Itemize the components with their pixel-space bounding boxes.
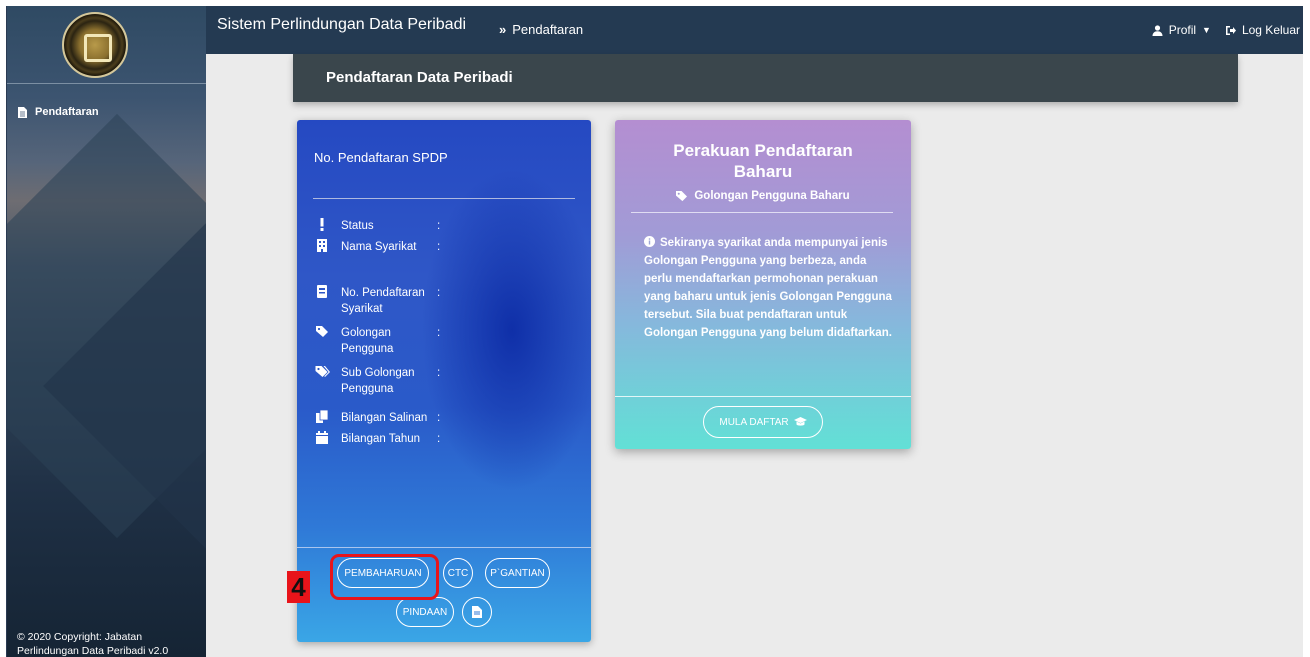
app-title[interactable]: Sistem Perlindungan Data Peribadi: [217, 16, 466, 34]
breadcrumb: » Pendaftaran: [499, 22, 583, 37]
sidebar-item-pendaftaran[interactable]: Pendaftaran: [18, 106, 99, 118]
field-value: :: [437, 287, 441, 299]
new-registration-description: Sekiranya syarikat anda mempunyai jenis …: [644, 234, 894, 342]
profile-menu[interactable]: Profil ▼: [1152, 23, 1211, 37]
sign-out-icon: [1225, 25, 1236, 35]
subtitle-text: Golongan Pengguna Baharu: [694, 190, 850, 202]
new-registration-subtitle: Golongan Pengguna Baharu: [615, 190, 911, 202]
field-company-registration-no: No. Pendaftaran Syarikat :: [314, 285, 440, 317]
user-icon: [1152, 24, 1163, 36]
sidebar: Pendaftaran © 2020 Copyright: Jabatan Pe…: [7, 6, 206, 657]
tags-icon: [314, 365, 330, 397]
calendar-icon: [314, 431, 330, 447]
double-chevron-right-icon: »: [499, 22, 507, 37]
field-label: Nama Syarikat: [341, 241, 417, 253]
field-label: Bilangan Salinan: [341, 412, 428, 424]
amendment-button[interactable]: PINDAAN: [396, 597, 454, 627]
title-line: Baharu: [733, 162, 793, 181]
page-header: Pendaftaran Data Peribadi: [293, 54, 1238, 102]
id-card-icon: [314, 285, 330, 317]
divider: [631, 212, 893, 213]
field-year-count: Bilangan Tahun :: [314, 431, 440, 447]
field-copy-count: Bilangan Salinan :: [314, 410, 440, 426]
page-title: Pendaftaran Data Peribadi: [326, 69, 513, 86]
logout-link[interactable]: Log Keluar: [1225, 23, 1300, 37]
step-number-badge: 4: [287, 571, 310, 603]
field-value: :: [437, 327, 441, 339]
divider: [615, 396, 911, 397]
registration-number-heading: No. Pendaftaran SPDP: [314, 150, 448, 165]
breadcrumb-current[interactable]: Pendaftaran: [512, 22, 583, 37]
building-icon: [314, 239, 330, 255]
caret-down-icon: ▼: [1202, 25, 1211, 35]
button-label: MULA DAFTAR: [719, 416, 789, 428]
field-company-name: Nama Syarikat :: [314, 239, 440, 255]
field-value: :: [437, 433, 441, 445]
field-value: :: [437, 412, 441, 424]
ctc-button[interactable]: CTC: [443, 558, 473, 588]
start-registration-button[interactable]: MULA DAFTAR: [703, 406, 823, 438]
logo-area: [7, 6, 206, 84]
field-user-category: Golongan Pengguna :: [314, 325, 440, 357]
profile-label: Profil: [1168, 23, 1197, 37]
file-icon: [18, 106, 27, 118]
tag-icon: [676, 190, 688, 201]
description-text: Sekiranya syarikat anda mempunyai jenis …: [644, 237, 892, 339]
sidebar-item-label: Pendaftaran: [35, 106, 99, 118]
field-label: No. Pendaftaran Syarikat: [341, 287, 425, 315]
file-icon: [472, 606, 482, 618]
title-line: Perakuan Pendaftaran: [673, 141, 853, 160]
field-sub-user-category: Sub Golongan Pengguna :: [314, 365, 440, 397]
field-label: Bilangan Tahun: [341, 433, 421, 445]
new-registration-card: Perakuan Pendaftaran Baharu Golongan Pen…: [615, 120, 911, 449]
field-status: Status :: [314, 218, 440, 234]
graduation-cap-icon: [793, 417, 807, 426]
renewal-button-highlight: [330, 554, 439, 600]
app-window: Pendaftaran © 2020 Copyright: Jabatan Pe…: [6, 6, 1303, 657]
field-value: :: [437, 220, 441, 232]
new-registration-title: Perakuan Pendaftaran Baharu: [615, 140, 911, 182]
copy-icon: [314, 410, 330, 426]
department-logo[interactable]: [62, 12, 128, 78]
divider: [297, 547, 591, 548]
field-value: :: [437, 367, 441, 379]
document-button[interactable]: [462, 597, 492, 627]
tag-icon: [314, 325, 330, 357]
info-circle-icon: [644, 236, 655, 247]
logout-label: Log Keluar: [1241, 23, 1300, 37]
copyright: © 2020 Copyright: Jabatan Perlindungan D…: [17, 630, 202, 657]
top-navbar: Sistem Perlindungan Data Peribadi » Pend…: [206, 6, 1303, 54]
copyright-line: © 2020 Copyright: Jabatan: [17, 631, 143, 643]
field-label: Status: [341, 220, 374, 232]
divider: [313, 198, 575, 199]
exclamation-icon: [314, 218, 330, 234]
copyright-line: Perlindungan Data Peribadi v2.0: [17, 645, 169, 657]
field-label: Sub Golongan Pengguna: [341, 367, 415, 395]
field-value: :: [437, 241, 441, 253]
field-label: Golongan Pengguna: [341, 327, 394, 355]
replacement-button[interactable]: P`GANTIAN: [485, 558, 550, 588]
top-right-menu: Profil ▼ Log Keluar: [1152, 23, 1300, 37]
